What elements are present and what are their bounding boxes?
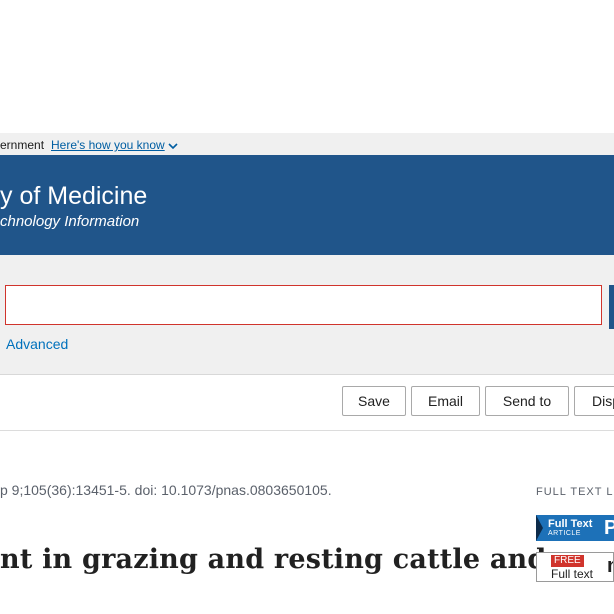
pnas-badge-sublabel: ARTICLE (548, 530, 581, 537)
save-button[interactable]: Save (342, 386, 406, 416)
full-text-links-heading: FULL TEXT LI (536, 486, 614, 498)
pnas-full-text-link[interactable]: Full Text ARTICLE P (536, 515, 614, 541)
free-full-text-label: Full text (551, 567, 594, 581)
search-area: Advanced (0, 255, 614, 375)
search-button[interactable] (609, 285, 614, 329)
article-citation: p 9;105(36):13451-5. doi: 10.1073/pnas.0… (0, 482, 332, 498)
heres-how-you-know-label: Here's how you know (51, 138, 165, 152)
ncbi-subtitle: chnology Information (0, 213, 140, 230)
chevron-down-icon (168, 143, 178, 150)
arrow-icon (536, 515, 543, 541)
pnas-badge-label: Full Text (548, 518, 593, 530)
article-title: nt in grazing and resting cattle and (0, 544, 547, 575)
divider (0, 430, 614, 431)
gov-banner-text: ernment (0, 138, 45, 152)
site-header: y of Medicine chnology Information (0, 155, 614, 255)
advanced-search-link[interactable]: Advanced (6, 336, 68, 352)
send-to-button[interactable]: Send to (485, 386, 569, 416)
pmc-logo: m (607, 555, 613, 578)
gov-banner: ernment Here's how you know (0, 133, 614, 155)
heres-how-you-know-link[interactable]: Here's how you know (51, 138, 178, 152)
email-button[interactable]: Email (411, 386, 480, 416)
free-tag: FREE (551, 555, 584, 567)
free-full-text-link[interactable]: FREE Full text m (536, 552, 614, 582)
display-options-button[interactable]: Disp (574, 386, 614, 416)
pnas-logo: P (604, 517, 614, 539)
nlm-title[interactable]: y of Medicine (0, 182, 147, 211)
search-input[interactable] (5, 285, 602, 325)
action-toolbar: Save Email Send to Disp (0, 386, 614, 418)
